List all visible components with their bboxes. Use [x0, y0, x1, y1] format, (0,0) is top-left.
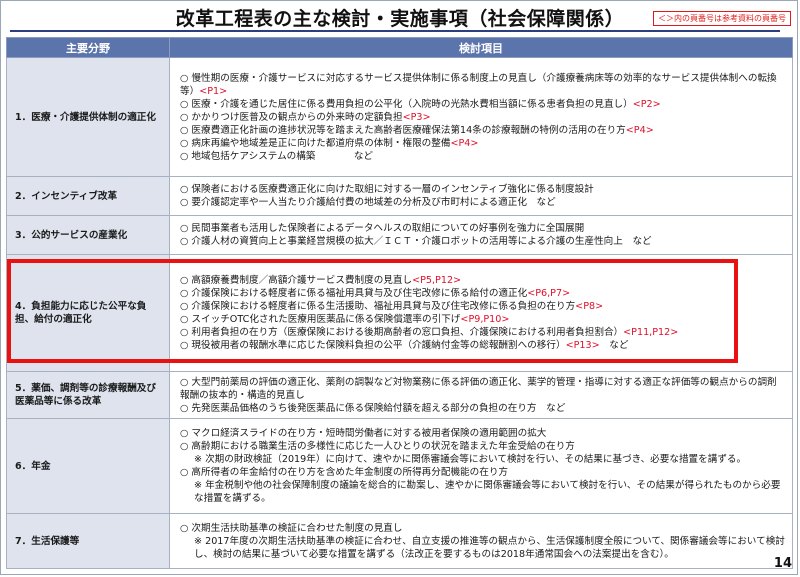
- section-row: 3．公的サービスの産業化 ○ 民間事業者も活用した保険者によるデータヘルスの取組に…: [6, 215, 793, 255]
- list-item: ○ 介護保険における軽度者に係る生活援助、福祉用具貸与及び住宅改修に係る負担の在…: [180, 300, 786, 313]
- list-item: ○ 高齢期における職業生活の多様性に応じた一人ひとりの状況を踏まえた年金受給の在…: [180, 440, 786, 453]
- sub-note: ※ 次期の財政検証（2019年）に向けて、速やかに関係審議会等において検討を行い…: [180, 453, 786, 466]
- page-number: 14: [773, 556, 792, 571]
- item-text: ○ 現役被用者の報酬水準に応じた保険料負担の公平（介護納付金等の総報酬割への移行…: [180, 340, 566, 351]
- list-item: ○ 利用者負担の在り方（医療保険における後期高齢者の窓口負担、介護保険における利…: [180, 326, 786, 339]
- item-text: ※ 年金税制や他の社会保障制度の議論を総合的に勘案し、速やかに関係審議会等におい…: [194, 480, 781, 504]
- sub-note: ※ 年金税制や他の社会保障制度の議論を総合的に勘案し、速やかに関係審議会等におい…: [180, 479, 786, 505]
- section-category: 2．インセンティブ改革: [6, 176, 170, 216]
- item-text: ○ マクロ経済スライドの在り方・短時間労働者に対する被用者保険の適用範囲の拡大: [180, 428, 547, 439]
- list-item: ○ 介護人材の資質向上と事業経営規模の拡大／ＩＣＴ・介護ロボットの活用等による介…: [180, 235, 786, 248]
- item-text: ○ 医療費適正化計画の進捗状況等を踏まえた高齢者医療確保法第14条の診療報酬の特…: [180, 124, 626, 136]
- item-text: ○ 介護保険における軽度者に係る生活援助、福祉用具貸与及び住宅改修に係る負担の在…: [180, 301, 576, 312]
- page-reference: <P1>: [199, 85, 228, 97]
- list-item: ○ 現役被用者の報酬水準に応じた保険料負担の公平（介護納付金等の総報酬割への移行…: [180, 339, 786, 352]
- list-item: ○ 介護保険における軽度者に係る福祉用具貸与及び住宅改修に係る給付の適正化<P6…: [180, 287, 786, 300]
- section-row: 7．生活保護等 ○ 次期生活扶助基準の検証に合わせた制度の見直し ※ 2017年度の…: [6, 513, 793, 569]
- item-text: ○ 高額療養費制度／高額介護サービス費制度の見直し: [180, 275, 413, 286]
- section-row: 5．薬価、調剤等の診療報酬及び医薬品等に係る改革 ○ 大型門前薬局の評価の適正化、…: [6, 371, 793, 419]
- reform-table: 主要分野 検討項目 1．医療・介護提供体制の適正化 ○ 慢性期の医療・介護サービス…: [6, 37, 793, 569]
- section-items: ○ 慢性期の医療・介護サービスに対応するサービス提供体制に係る制度上の見直し（介…: [169, 57, 793, 177]
- list-item: ○ かかりつけ医普及の観点からの外来時の定額負担<P3>: [180, 111, 786, 124]
- page-reference: <P9,P10>: [460, 314, 510, 325]
- item-text: ○ 介護保険における軽度者に係る福祉用具貸与及び住宅改修に係る給付の適正化: [180, 288, 528, 299]
- list-item: ○ 先発医薬品価格のうち後発医薬品に係る保険給付額を超える部分の負担の在り方 な…: [180, 402, 786, 415]
- header-category: 主要分野: [6, 37, 170, 58]
- section-row: 4．負担能力に応じた公平な負担、給付の適正化 ○ 高額療養費制度／高額介護サービス…: [6, 254, 793, 372]
- section-items: ○ 高額療養費制度／高額介護サービス費制度の見直し<P5,P12> ○ 介護保険に…: [169, 254, 793, 372]
- item-text: ○ 慢性期の医療・介護サービスに対応するサービス提供体制に係る制度上の見直し（介…: [180, 72, 777, 97]
- list-item: ○ 高所得者の年金給付の在り方を含めた年金制度の所得再分配機能の在り方: [180, 466, 786, 479]
- item-text: ○ 高所得者の年金給付の在り方を含めた年金制度の所得再分配機能の在り方: [180, 467, 509, 478]
- list-item: ○ 高額療養費制度／高額介護サービス費制度の見直し<P5,P12>: [180, 274, 786, 287]
- section-category: 3．公的サービスの産業化: [6, 215, 170, 255]
- section-category: 5．薬価、調剤等の診療報酬及び医薬品等に係る改革: [6, 371, 170, 419]
- section-category: 7．生活保護等: [6, 513, 170, 569]
- item-text: ○ 医療・介護を通じた居住に係る費用負担の公平化（入院時の光熱水費相当額に係る患…: [180, 98, 633, 110]
- table-body: 1．医療・介護提供体制の適正化 ○ 慢性期の医療・介護サービスに対応するサービス提…: [6, 57, 793, 569]
- section-items: ○ 保険者における医療費適正化に向けた取組に対する一層のインセンティブ強化に係る…: [169, 176, 793, 216]
- item-text: ○ 高齢期における職業生活の多様性に応じた一人ひとりの状況を踏まえた年金受給の在…: [180, 441, 575, 452]
- section-row: 1．医療・介護提供体制の適正化 ○ 慢性期の医療・介護サービスに対応するサービス提…: [6, 57, 793, 177]
- section-category: 4．負担能力に応じた公平な負担、給付の適正化: [6, 254, 170, 372]
- section-category: 1．医療・介護提供体制の適正化: [6, 57, 170, 177]
- page-reference: <P2>: [632, 98, 661, 110]
- item-text: ○ 利用者負担の在り方（医療保険における後期高齢者の窓口負担、介護保険における利…: [180, 327, 624, 338]
- item-text: ○ 要介護認定率や一人当たり介護給付費の地域差の分析及び市町村による適正化 など: [180, 197, 556, 208]
- section-items: ○ マクロ経済スライドの在り方・短時間労働者に対する被用者保険の適用範囲の拡大 ○…: [169, 418, 793, 514]
- page-reference: <P5,P12>: [412, 275, 462, 286]
- item-text: ○ 先発医薬品価格のうち後発医薬品に係る保険給付額を超える部分の負担の在り方 な…: [180, 402, 566, 414]
- page-reference: <P4>: [450, 137, 479, 149]
- item-text: ※ 2017年度の次期生活扶助基準の検証に合わせ、自立支援の推進等の観点から、生…: [194, 535, 785, 560]
- list-item: ○ 民間事業者も活用した保険者によるデータヘルスの取組についての好事例を強力に全…: [180, 222, 786, 235]
- page-reference: <P11,P12>: [623, 327, 679, 338]
- list-item: ○ スイッチOTC化された医療用医薬品に係る保険償還率の引下げ<P9,P10>: [180, 313, 786, 326]
- header-items: 検討項目: [169, 37, 793, 58]
- page-reference: <P4>: [625, 124, 654, 136]
- item-text: ○ 大型門前薬局の評価の適正化、薬剤の調製など対物業務に係る評価の適正化、薬学的…: [180, 376, 777, 401]
- section-row: 6．年金 ○ マクロ経済スライドの在り方・短時間労働者に対する被用者保険の適用範囲…: [6, 418, 793, 514]
- list-item: ○ 保険者における医療費適正化に向けた取組に対する一層のインセンティブ強化に係る…: [180, 183, 786, 196]
- section-items: ○ 次期生活扶助基準の検証に合わせた制度の見直し ※ 2017年度の次期生活扶助基…: [169, 513, 793, 569]
- sub-note: ※ 2017年度の次期生活扶助基準の検証に合わせ、自立支援の推進等の観点から、生…: [180, 535, 786, 561]
- section-items: ○ 民間事業者も活用した保険者によるデータヘルスの取組についての好事例を強力に全…: [169, 215, 793, 255]
- list-item: ○ 要介護認定率や一人当たり介護給付費の地域差の分析及び市町村による適正化 など: [180, 196, 786, 209]
- page-reference: <P6,P7>: [527, 288, 571, 299]
- list-item: ○ 医療・介護を通じた居住に係る費用負担の公平化（入院時の光熱水費相当額に係る患…: [180, 98, 786, 111]
- list-item: ○ マクロ経済スライドの在り方・短時間労働者に対する被用者保険の適用範囲の拡大: [180, 427, 786, 440]
- page-reference: <P8>: [575, 301, 604, 312]
- table-header-row: 主要分野 検討項目: [6, 37, 793, 58]
- reference-note: ＜＞内の頁番号は参考資料の頁番号: [653, 11, 791, 26]
- item-tail: など: [599, 340, 629, 351]
- item-text: ○ 介護人材の資質向上と事業経営規模の拡大／ＩＣＴ・介護ロボットの活用等による介…: [180, 236, 652, 247]
- item-text: ○ 地域包括ケアシステムの構築 など: [180, 150, 374, 162]
- list-item: ○ 医療費適正化計画の進捗状況等を踏まえた高齢者医療確保法第14条の診療報酬の特…: [180, 124, 786, 137]
- item-text: ○ スイッチOTC化された医療用医薬品に係る保険償還率の引下げ: [180, 314, 461, 325]
- section-category: 6．年金: [6, 418, 170, 514]
- item-text: ○ 次期生活扶助基準の検証に合わせた制度の見直し: [180, 522, 403, 534]
- title-underline: [10, 30, 780, 32]
- item-text: ○ かかりつけ医普及の観点からの外来時の定額負担: [180, 111, 403, 123]
- list-item: ○ 大型門前薬局の評価の適正化、薬剤の調製など対物業務に係る評価の適正化、薬学的…: [180, 376, 786, 402]
- list-item: ○ 慢性期の医療・介護サービスに対応するサービス提供体制に係る制度上の見直し（介…: [180, 72, 786, 98]
- page-reference: <P13>: [565, 340, 600, 351]
- item-text: ○ 民間事業者も活用した保険者によるデータヘルスの取組についての好事例を強力に全…: [180, 223, 585, 234]
- item-text: ※ 次期の財政検証（2019年）に向けて、速やかに関係審議会等において検討を行い…: [194, 454, 747, 465]
- section-row: 2．インセンティブ改革 ○ 保険者における医療費適正化に向けた取組に対する一層のイ…: [6, 176, 793, 216]
- item-text: ○ 病床再編や地域差是正に向けた都道府県の体制・権限の整備: [180, 137, 451, 149]
- section-items: ○ 大型門前薬局の評価の適正化、薬剤の調製など対物業務に係る評価の適正化、薬学的…: [169, 371, 793, 419]
- list-item: ○ 地域包括ケアシステムの構築 など: [180, 150, 786, 163]
- list-item: ○ 病床再編や地域差是正に向けた都道府県の体制・権限の整備<P4>: [180, 137, 786, 150]
- item-text: ○ 保険者における医療費適正化に向けた取組に対する一層のインセンティブ強化に係る…: [180, 184, 594, 195]
- page-reference: <P3>: [402, 111, 431, 123]
- list-item: ○ 次期生活扶助基準の検証に合わせた制度の見直し: [180, 522, 786, 535]
